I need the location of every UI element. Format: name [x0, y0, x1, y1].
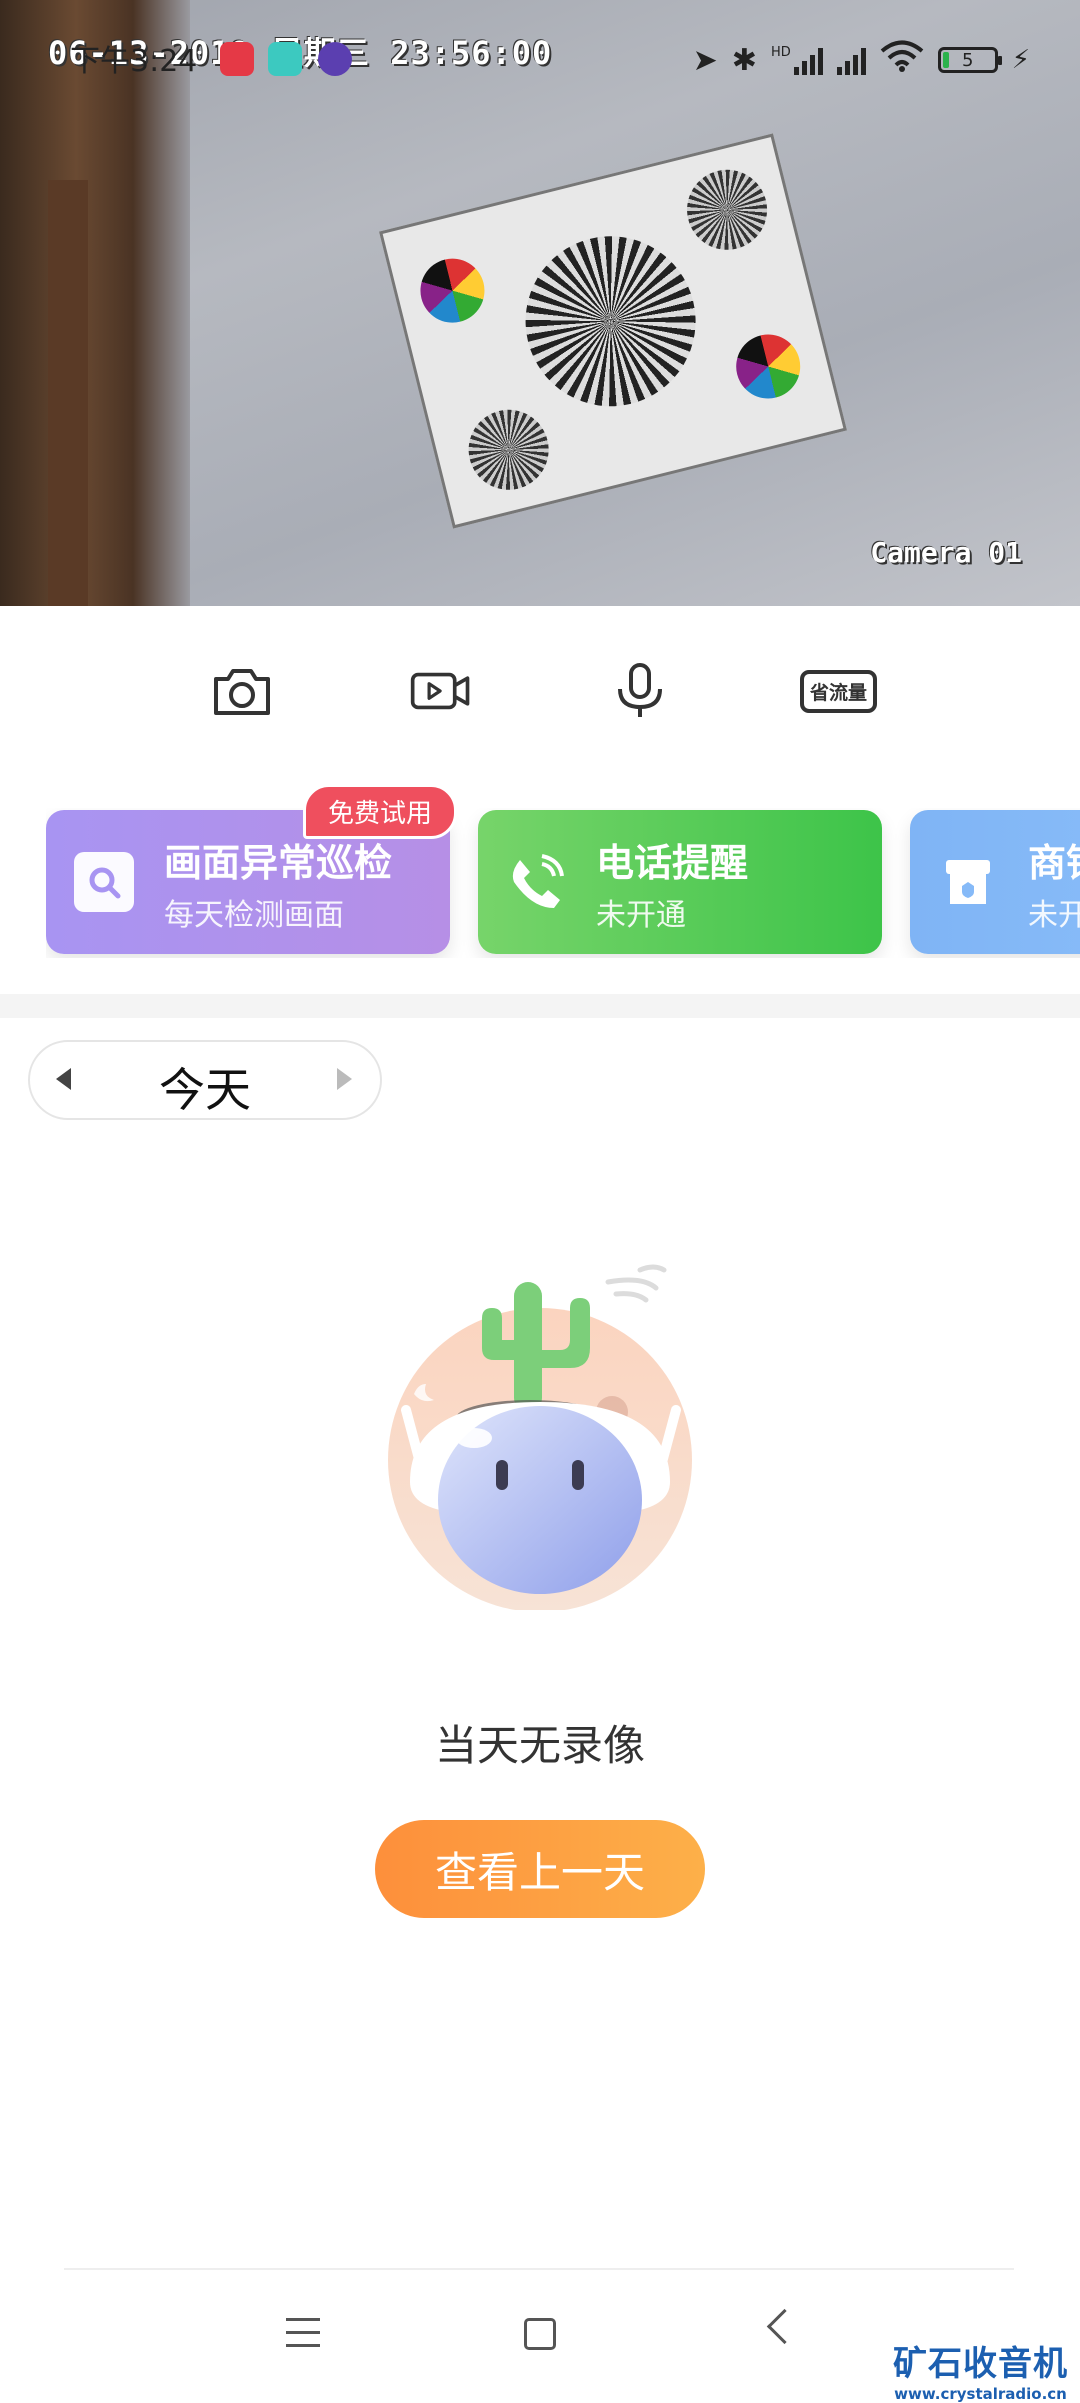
empty-state-message: 当天无录像	[434, 1721, 645, 1770]
watermark-url: www.crystalradio.cn	[894, 2385, 1067, 2403]
wifi-icon	[880, 40, 924, 80]
screenshot-button[interactable]	[210, 659, 274, 723]
no-recording-illustration	[388, 1264, 692, 1610]
date-selector: 今天	[28, 1040, 382, 1120]
video-scene-door-frame	[48, 180, 88, 606]
camera-controls-toolbar: 省流量	[0, 606, 1080, 776]
card-title: 画面异常巡检	[164, 841, 393, 885]
card-shop[interactable]: 商铺 未开通	[910, 810, 1080, 954]
bluetooth-icon: ✱	[731, 42, 757, 78]
next-day-arrow-icon[interactable]	[337, 1068, 352, 1090]
cellular-signal-icon-2	[836, 45, 866, 75]
card-subtitle: 未开通	[1028, 898, 1080, 933]
camera-name-overlay: Camera 01	[870, 536, 1022, 569]
watermark-title: 矿石收音机	[893, 2344, 1068, 2384]
charging-icon: ⚡	[1011, 45, 1030, 75]
home-icon[interactable]	[524, 2318, 556, 2350]
video-scene-door	[0, 0, 190, 606]
notification-app-icon-camera	[318, 42, 352, 76]
phone-icon	[506, 852, 566, 912]
camera-icon	[213, 669, 270, 715]
network-hd-badge: HD	[770, 45, 791, 60]
watermark: 矿石收音机 www.crystalradio.cn	[893, 2336, 1068, 2403]
back-icon[interactable]	[766, 2308, 803, 2345]
video-record-icon	[410, 672, 469, 710]
card-subtitle: 未开通	[596, 898, 686, 933]
record-video-button[interactable]	[409, 659, 473, 723]
card-phone-reminder[interactable]: 电话提醒 未开通	[478, 810, 882, 954]
save-data-label: 省流量	[800, 669, 878, 713]
status-bar: 下午3:24 ➤ ✱ HD 5 ⚡	[0, 28, 1080, 88]
nav-divider	[64, 2268, 1014, 2270]
microphone-icon	[617, 663, 662, 717]
cellular-signal-icon-1: HD	[771, 45, 823, 75]
save-data-toggle[interactable]: 省流量	[800, 659, 878, 723]
card-title: 电话提醒	[596, 841, 749, 885]
card-subtitle: 每天检测画面	[164, 898, 344, 933]
notification-app-icon-send	[268, 42, 302, 76]
video-scene-test-chart	[379, 133, 847, 529]
free-trial-badge: 免费试用	[303, 784, 458, 839]
battery-level: 5	[962, 49, 974, 71]
talk-microphone-button[interactable]	[608, 659, 672, 723]
notification-app-icon-red	[220, 42, 254, 76]
selected-date-label[interactable]: 今天	[30, 1054, 380, 1120]
section-divider	[0, 994, 1080, 1018]
location-icon: ➤	[692, 42, 718, 78]
status-time: 下午3:24	[70, 44, 198, 79]
service-cards-carousel[interactable]: 画面异常巡检 每天检测画面 电话提醒 未开通 商铺 未开通	[46, 808, 1080, 958]
battery-icon: 5	[937, 47, 1002, 73]
card-title: 商铺	[1028, 841, 1080, 885]
shop-icon	[938, 852, 998, 912]
camera-video-view[interactable]: 06-13-2019 星期三 23:56:00 Camera 01	[0, 0, 1080, 606]
search-screen-icon	[74, 852, 134, 912]
recent-apps-menu-icon[interactable]	[286, 2318, 320, 2348]
view-previous-day-button[interactable]: 查看上一天	[375, 1820, 705, 1918]
